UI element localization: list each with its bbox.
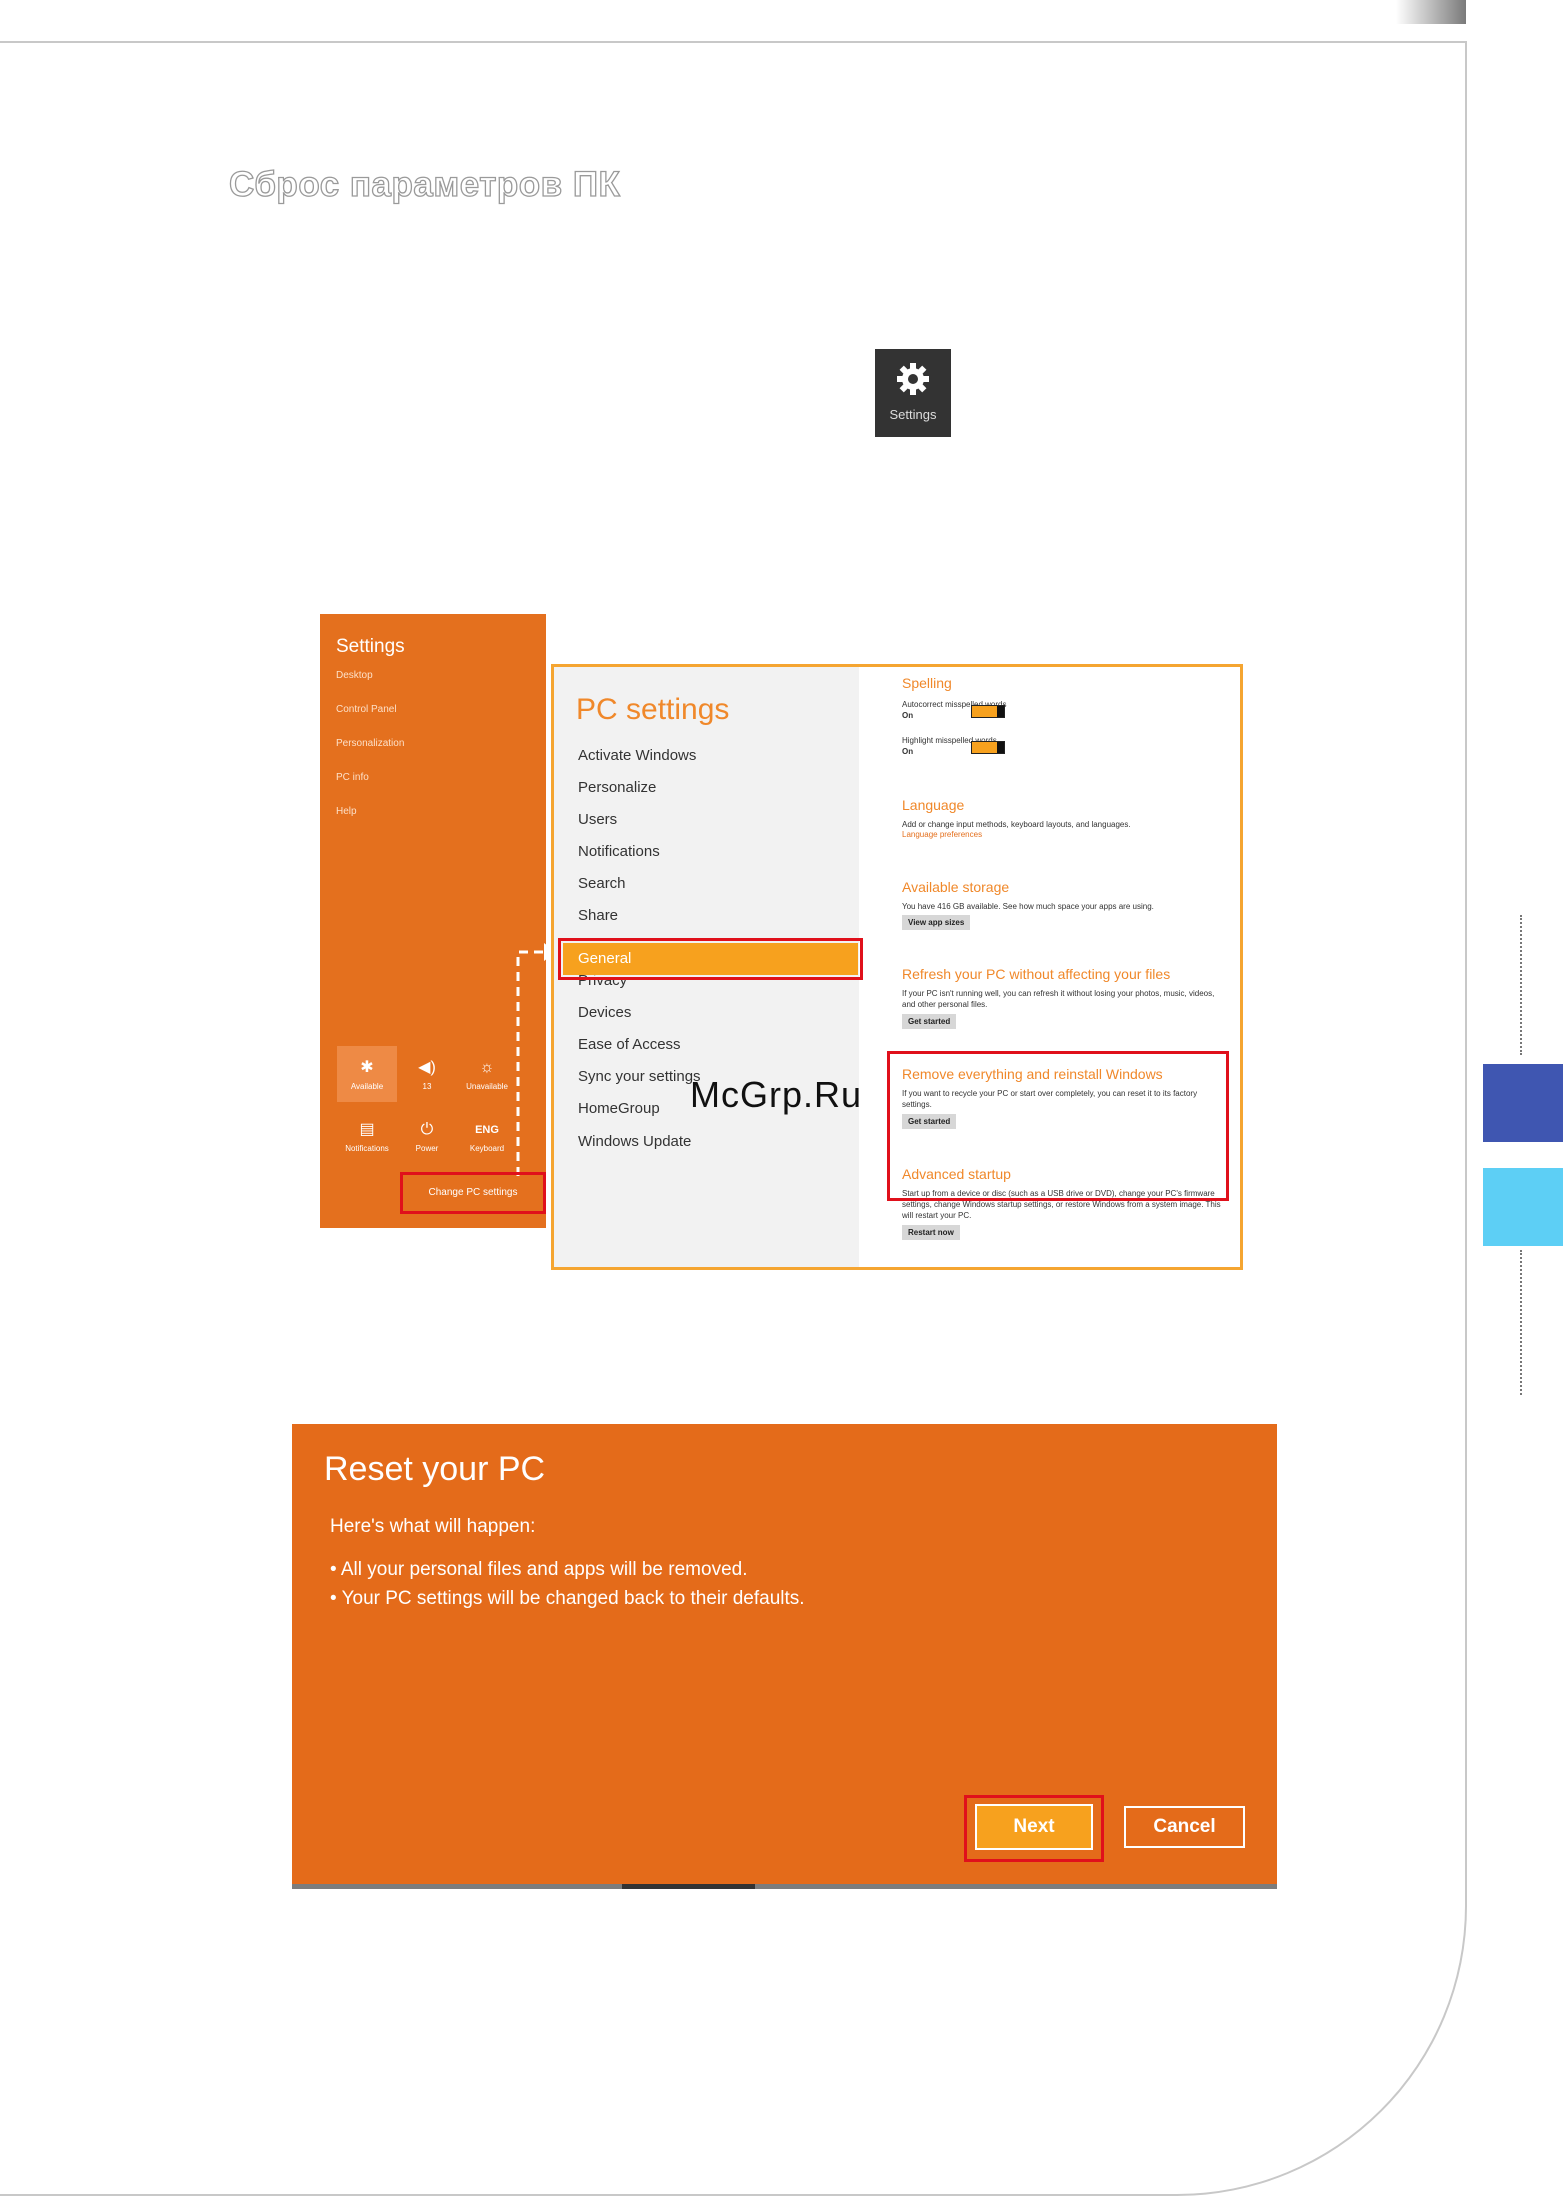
language-section: Language Add or change input methods, ke… <box>902 797 1222 839</box>
change-pc-settings-link[interactable]: Change PC settings <box>400 1172 546 1214</box>
reset-bullet: • Your PC settings will be changed back … <box>330 1588 805 1609</box>
highlight-toggle[interactable] <box>971 741 1006 755</box>
page-title: Сброс параметров ПК <box>228 164 621 204</box>
autocorrect-state: On <box>902 711 914 720</box>
charms-item-pc-info[interactable]: PC info <box>336 772 369 783</box>
next-button[interactable]: Next <box>975 1804 1093 1850</box>
gear-icon <box>897 363 929 395</box>
nav-homegroup[interactable]: HomeGroup <box>578 1100 660 1117</box>
side-dotted-line <box>1520 1250 1522 1395</box>
advanced-text: Start up from a device or disc (such as … <box>902 1189 1221 1220</box>
charms-item-desktop[interactable]: Desktop <box>336 670 373 681</box>
reset-subtitle: Here's what will happen: <box>330 1516 536 1537</box>
nav-users[interactable]: Users <box>578 811 617 828</box>
language-heading: Language <box>902 797 965 813</box>
refresh-section: Refresh your PC without affecting your f… <box>902 966 1222 1029</box>
side-dotted-line <box>1520 915 1522 1055</box>
general-callout-box <box>558 938 863 980</box>
nav-sync-settings[interactable]: Sync your settings <box>578 1068 701 1085</box>
nav-share[interactable]: Share <box>578 907 618 924</box>
refresh-heading: Refresh your PC without affecting your f… <box>902 966 1171 982</box>
corner-tab <box>1396 0 1466 24</box>
reset-pc-dialog: Reset your PC Here's what will happen: •… <box>292 1424 1277 1888</box>
quick-notifications[interactable]: ▤ Notifications <box>337 1108 397 1164</box>
refresh-text: If your PC isn't running well, you can r… <box>902 989 1215 1009</box>
quick-brightness[interactable]: ☼ Unavailable <box>457 1046 517 1102</box>
language-preferences-link[interactable]: Language preferences <box>902 830 1222 839</box>
advanced-startup-section: Advanced startup Start up from a device … <box>902 1166 1222 1240</box>
cancel-button[interactable]: Cancel <box>1124 1806 1245 1848</box>
volume-icon: ◀) <box>418 1059 436 1076</box>
nav-devices[interactable]: Devices <box>578 1004 631 1021</box>
dialog-bottom-bar <box>292 1884 1277 1889</box>
charms-item-help[interactable]: Help <box>336 806 357 817</box>
notifications-icon: ▤ <box>359 1121 375 1138</box>
quick-power[interactable]: ⏻ Power <box>397 1108 457 1164</box>
restart-now-button[interactable]: Restart now <box>902 1225 960 1240</box>
reset-title: Reset your PC <box>324 1450 546 1488</box>
spelling-heading: Spelling <box>902 675 952 691</box>
refresh-get-started-button[interactable]: Get started <box>902 1014 957 1029</box>
brightness-icon: ☼ <box>479 1059 495 1076</box>
nav-ease-of-access[interactable]: Ease of Access <box>578 1036 681 1053</box>
nav-windows-update[interactable]: Windows Update <box>578 1133 691 1150</box>
autocorrect-label: Autocorrect misspelled words <box>902 700 1007 709</box>
chapter-tab-cyan <box>1483 1168 1563 1246</box>
storage-heading: Available storage <box>902 879 1010 895</box>
quick-power-label: Power <box>415 1144 439 1153</box>
charms-title: Settings <box>336 636 405 657</box>
quick-keyboard-label: Keyboard <box>469 1144 505 1153</box>
nav-personalize[interactable]: Personalize <box>578 779 656 796</box>
pc-settings-window: PC settings Activate Windows Personalize… <box>551 664 1243 1270</box>
charms-item-personalization[interactable]: Personalization <box>336 738 404 749</box>
dialog-bottom-bar-segment <box>622 1884 755 1889</box>
highlight-toggle-row: On <box>902 741 1222 757</box>
nav-search[interactable]: Search <box>578 875 626 892</box>
quick-brightness-label: Unavailable <box>466 1082 508 1091</box>
autocorrect-toggle[interactable] <box>971 705 1006 719</box>
settings-tile-label: Settings <box>889 407 937 422</box>
charms-item-control-panel[interactable]: Control Panel <box>336 704 397 715</box>
nav-activate-windows[interactable]: Activate Windows <box>578 747 696 764</box>
view-app-sizes-button[interactable]: View app sizes <box>902 915 971 930</box>
highlight-label: Highlight misspelled words <box>902 736 997 745</box>
advanced-heading: Advanced startup <box>902 1166 1011 1182</box>
settings-charm-tile[interactable]: Settings <box>875 349 951 437</box>
quick-volume[interactable]: ◀) 13 <box>397 1046 457 1102</box>
keyboard-icon: ENG <box>475 1124 499 1136</box>
power-icon: ⏻ <box>420 1121 434 1138</box>
nav-notifications[interactable]: Notifications <box>578 843 660 860</box>
spelling-section: Spelling Autocorrect misspelled words On… <box>902 675 1222 757</box>
watermark: McGrp.Ru <box>690 1074 863 1115</box>
reset-bullet: • All your personal files and apps will … <box>330 1559 748 1580</box>
quick-network-label: Available <box>350 1082 384 1091</box>
chapter-tab-blue <box>1483 1064 1563 1142</box>
quick-keyboard[interactable]: ENG Keyboard <box>457 1108 517 1164</box>
quick-notifications-label: Notifications <box>345 1144 389 1153</box>
storage-text: You have 416 GB available. See how much … <box>902 902 1154 911</box>
highlight-state: On <box>902 747 914 756</box>
storage-section: Available storage You have 416 GB availa… <box>902 879 1222 930</box>
quick-network[interactable]: ✱ Available <box>337 1046 397 1102</box>
pc-settings-title: PC settings <box>576 693 730 726</box>
language-text: Add or change input methods, keyboard la… <box>902 820 1131 829</box>
autocorrect-toggle-row: On <box>902 705 1222 721</box>
wifi-icon: ✱ <box>360 1059 374 1076</box>
quick-volume-label: 13 <box>422 1082 432 1091</box>
